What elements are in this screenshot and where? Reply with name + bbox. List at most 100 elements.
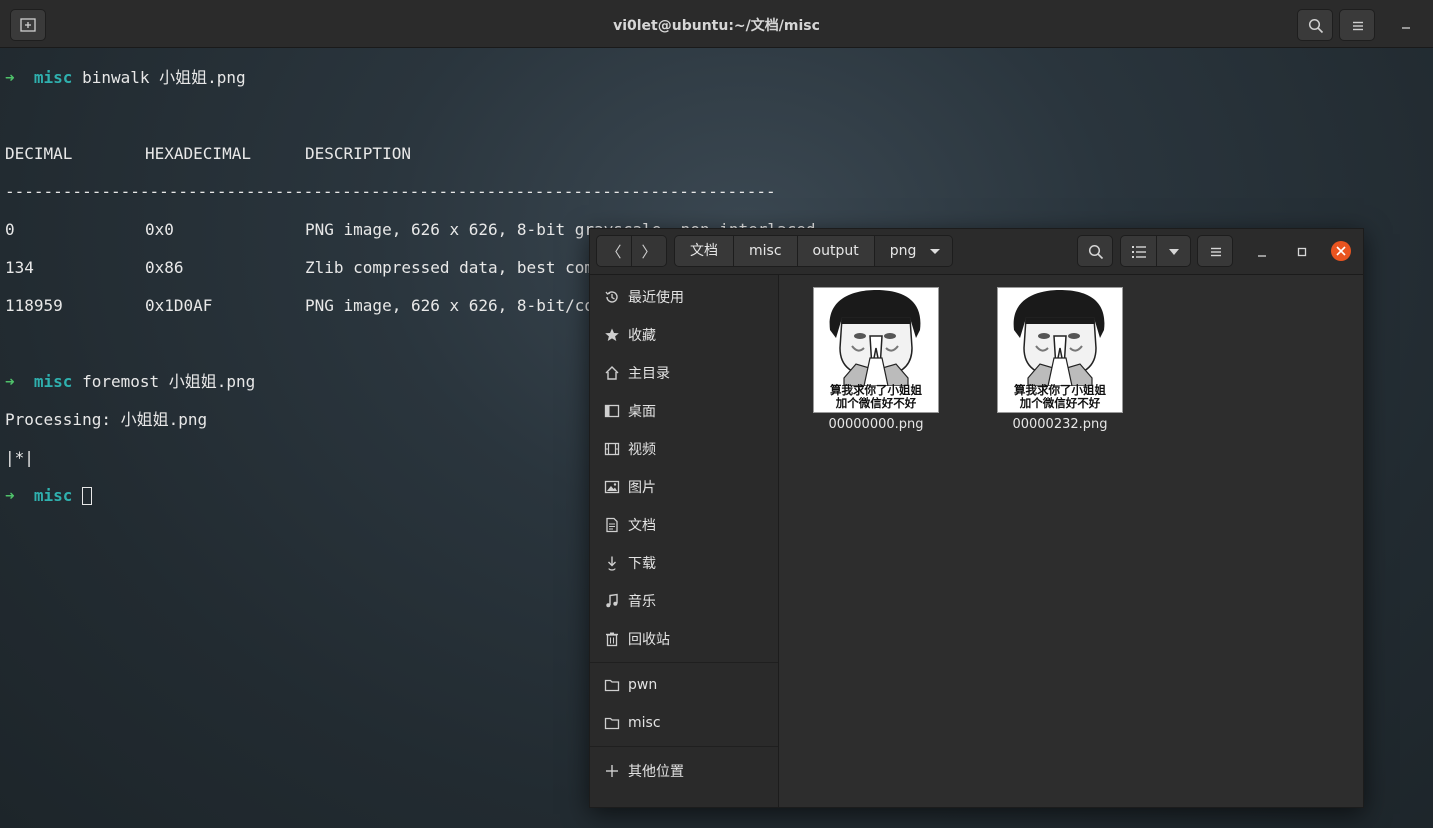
view-mode-button[interactable] <box>1120 235 1191 267</box>
file-manager-header: 〈 〉 文档 misc output png <box>590 229 1363 275</box>
terminal-menu-button[interactable] <box>1339 9 1375 41</box>
sidebar-separator <box>590 662 778 663</box>
chevron-left-icon: 〈 <box>606 242 622 261</box>
file-thumbnail: 算我求你了小姐姐 加个微信好不好 <box>997 287 1123 413</box>
header-description: DESCRIPTION <box>305 144 411 163</box>
file-view[interactable]: 算我求你了小姐姐 加个微信好不好 00000000.png 算我求你了小姐姐 加… <box>779 275 1363 807</box>
command-line-binwalk: ➜ misc binwalk 小姐姐.png <box>5 68 816 87</box>
folder-icon <box>604 677 620 693</box>
sidebar-item-label: 下载 <box>628 556 656 572</box>
sidebar-item-other-locations[interactable]: 其他位置 <box>590 753 778 789</box>
sidebar-item-label: misc <box>628 715 661 731</box>
sidebar-item-label: 文档 <box>628 518 656 534</box>
history-nav: 〈 〉 <box>596 235 667 267</box>
minimize-button[interactable] <box>1252 242 1272 262</box>
hamburger-menu-icon <box>1353 21 1363 31</box>
row-hex: 0x86 <box>145 258 184 277</box>
prompt-directory: misc <box>33 68 73 87</box>
chevron-down-icon <box>1169 249 1179 255</box>
thumbnail-caption: 算我求你了小姐姐 加个微信好不好 <box>998 384 1122 410</box>
search-icon <box>1308 18 1324 34</box>
hamburger-menu-icon <box>1211 247 1221 257</box>
caption-line: 加个微信好不好 <box>1019 396 1101 410</box>
plus-icon <box>604 763 620 779</box>
dropdown-arrow-icon <box>930 249 941 254</box>
meme-face-image <box>829 290 921 386</box>
clock-icon <box>604 289 620 305</box>
command-text: binwalk 小姐姐.png <box>82 68 246 87</box>
terminal-title: vi0let@ubuntu:~/文档/misc <box>613 18 820 34</box>
terminal-search-button[interactable] <box>1297 9 1333 41</box>
breadcrumb-item[interactable]: output <box>796 236 874 266</box>
menu-button[interactable] <box>1197 235 1233 267</box>
file-name: 00000232.png <box>1012 417 1108 432</box>
close-icon <box>1336 246 1346 256</box>
command-text: foremost 小姐姐.png <box>82 372 256 391</box>
document-icon <box>604 517 620 533</box>
sidebar-item-videos[interactable]: 视频 <box>590 431 778 467</box>
breadcrumb-item[interactable]: misc <box>733 236 797 266</box>
maximize-icon <box>1297 247 1307 257</box>
music-icon <box>604 593 620 609</box>
sidebar-item-music[interactable]: 音乐 <box>590 583 778 619</box>
image-icon <box>604 479 620 495</box>
sidebar-item-documents[interactable]: 文档 <box>590 507 778 543</box>
file-thumbnail: 算我求你了小姐姐 加个微信好不好 <box>813 287 939 413</box>
sidebar-item-trash[interactable]: 回收站 <box>590 621 778 657</box>
sidebar-item-desktop[interactable]: 桌面 <box>590 393 778 429</box>
sidebar-item-label: 收藏 <box>628 328 656 344</box>
sidebar-item-pwn[interactable]: pwn <box>590 667 778 703</box>
sidebar-item-label: 其他位置 <box>628 764 684 780</box>
sidebar-item-label: pwn <box>628 677 658 693</box>
terminal-cursor <box>82 487 93 505</box>
header-hexadecimal: HEXADECIMAL <box>145 144 251 163</box>
binwalk-table-header: DECIMAL HEXADECIMAL DESCRIPTION <box>5 144 816 163</box>
desktop-icon <box>604 403 620 419</box>
terminal-header: vi0let@ubuntu:~/文档/misc <box>0 0 1433 48</box>
sidebar: 最近使用 收藏 主目录 桌面 视频 图片 文档 下载 音乐 回收站 pwn mi… <box>590 275 779 807</box>
terminal-minimize-button[interactable] <box>1397 16 1415 34</box>
search-button[interactable] <box>1077 235 1113 267</box>
file-item[interactable]: 算我求你了小姐姐 加个微信好不好 00000000.png <box>801 287 951 432</box>
file-item[interactable]: 算我求你了小姐姐 加个微信好不好 00000232.png <box>985 287 1135 432</box>
back-button[interactable]: 〈 <box>597 236 631 266</box>
sidebar-item-label: 回收站 <box>628 632 670 648</box>
header-decimal: DECIMAL <box>5 144 73 163</box>
maximize-button[interactable] <box>1292 242 1312 262</box>
caption-line: 加个微信好不好 <box>835 396 917 410</box>
sidebar-item-recent[interactable]: 最近使用 <box>590 279 778 315</box>
close-button[interactable] <box>1331 241 1351 261</box>
sidebar-item-label: 视频 <box>628 442 656 458</box>
prompt-arrow: ➜ <box>5 486 15 505</box>
row-decimal: 134 <box>5 258 34 277</box>
prompt-arrow: ➜ <box>5 372 15 391</box>
breadcrumb-current-label: png <box>889 243 917 259</box>
breadcrumb-item[interactable]: 文档 <box>675 236 733 266</box>
star-icon <box>604 327 620 343</box>
sidebar-item-pictures[interactable]: 图片 <box>590 469 778 505</box>
sidebar-item-label: 桌面 <box>628 404 656 420</box>
table-separator: ----------------------------------------… <box>5 182 776 201</box>
prompt-arrow: ➜ <box>5 68 15 87</box>
file-manager-window: 〈 〉 文档 misc output png 最近使用 收藏 主目录 桌面 视频… <box>589 228 1364 808</box>
chevron-right-icon: 〉 <box>641 242 657 261</box>
sidebar-item-label: 最近使用 <box>628 290 684 306</box>
trash-icon <box>604 631 620 647</box>
home-icon <box>604 365 620 381</box>
row-hex: 0x0 <box>145 220 174 239</box>
file-name: 00000000.png <box>828 417 924 432</box>
meme-face-image <box>1013 290 1105 386</box>
sidebar-item-downloads[interactable]: 下载 <box>590 545 778 581</box>
film-icon <box>604 441 620 457</box>
folder-icon <box>604 715 620 731</box>
sidebar-item-starred[interactable]: 收藏 <box>590 317 778 353</box>
breadcrumb: 文档 misc output png <box>674 235 954 267</box>
sidebar-separator <box>590 746 778 747</box>
sidebar-item-label: 主目录 <box>628 366 670 382</box>
sidebar-item-home[interactable]: 主目录 <box>590 355 778 391</box>
forward-button[interactable]: 〉 <box>631 236 666 266</box>
breadcrumb-current[interactable]: png <box>873 236 953 266</box>
list-view-icon <box>1132 246 1146 258</box>
prompt-directory: misc <box>33 372 73 391</box>
sidebar-item-misc[interactable]: misc <box>590 705 778 741</box>
